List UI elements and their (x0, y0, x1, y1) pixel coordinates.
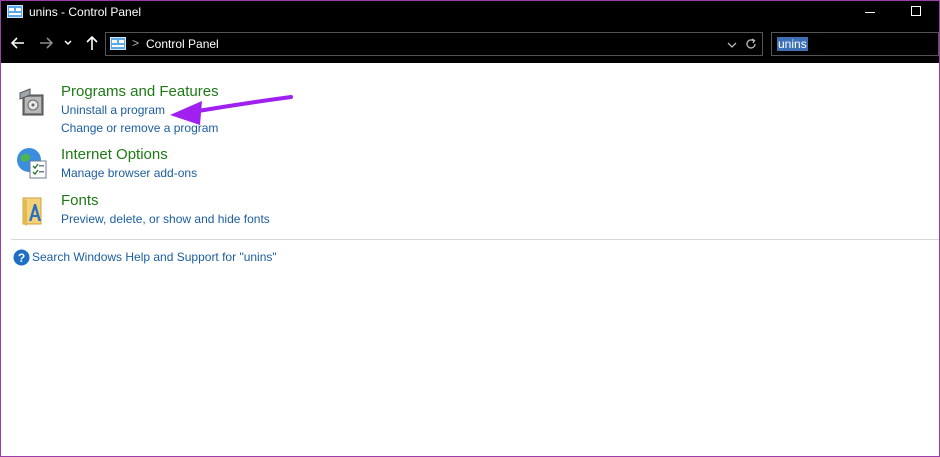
help-search-text[interactable]: Search Windows Help and Support for "uni… (32, 250, 277, 264)
address-dropdown-button[interactable] (726, 38, 738, 50)
link-preview-delete-show-hide-fonts[interactable]: Preview, delete, or show and hide fonts (61, 212, 270, 226)
chevron-down-icon (64, 40, 72, 46)
link-uninstall-a-program[interactable]: Uninstall a program (61, 103, 165, 117)
search-input[interactable]: unins (771, 32, 939, 56)
maximize-button[interactable] (893, 1, 939, 24)
help-search-link[interactable]: ? Search Windows Help and Support for "u… (13, 249, 413, 267)
help-icon: ? (13, 249, 30, 266)
result-fonts: Fonts Preview, delete, or show and hide … (1, 192, 601, 232)
back-button[interactable] (7, 32, 29, 54)
link-manage-browser-add-ons[interactable]: Manage browser add-ons (61, 166, 197, 180)
title-bar: unins - Control Panel (1, 1, 939, 24)
control-panel-icon (7, 5, 23, 19)
result-title-internet-options[interactable]: Internet Options (61, 146, 168, 163)
result-internet-options: Internet Options Manage browser add-ons (1, 146, 601, 186)
search-query-text: unins (777, 37, 808, 51)
search-results-pane: Programs and Features Uninstall a progra… (1, 63, 939, 456)
internet-options-icon (15, 146, 49, 180)
minimize-icon (865, 12, 875, 13)
fonts-folder-icon (15, 194, 49, 228)
address-bar[interactable]: > Control Panel (105, 32, 763, 56)
result-programs-and-features: Programs and Features Uninstall a progra… (1, 83, 601, 138)
recent-locations-button[interactable] (61, 32, 75, 54)
navigation-bar: > Control Panel unins (1, 24, 939, 63)
up-arrow-icon (86, 35, 98, 50)
back-arrow-icon (10, 37, 24, 49)
forward-arrow-icon (40, 37, 54, 49)
breadcrumb-separator: > (132, 36, 140, 50)
svg-text:?: ? (18, 251, 25, 265)
control-panel-window: unins - Control Panel > Control Panel un… (0, 0, 940, 457)
result-title-fonts[interactable]: Fonts (61, 192, 99, 209)
minimize-button[interactable] (847, 1, 893, 24)
chevron-down-icon (727, 42, 737, 48)
pointer-arrow-icon (170, 95, 293, 125)
breadcrumb-control-panel[interactable]: Control Panel (146, 37, 219, 51)
refresh-button[interactable] (744, 37, 758, 51)
window-title: unins - Control Panel (29, 5, 142, 19)
maximize-icon (911, 6, 921, 16)
programs-features-icon (15, 85, 49, 119)
up-button[interactable] (81, 32, 103, 54)
results-divider (11, 239, 939, 240)
refresh-icon (746, 38, 756, 49)
control-panel-icon (110, 37, 126, 51)
forward-button[interactable] (35, 32, 57, 54)
